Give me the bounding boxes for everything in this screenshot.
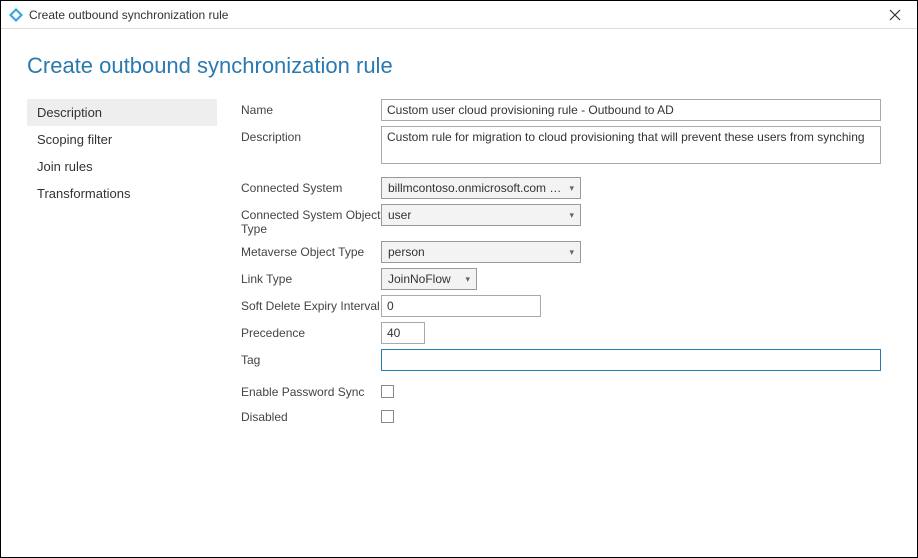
link-type-select[interactable]: JoinNoFlow ▾ (381, 268, 477, 290)
chevron-down-icon: ▾ (569, 210, 574, 221)
page-title: Create outbound synchronization rule (27, 53, 891, 79)
content-area: Create outbound synchronization rule Des… (1, 29, 917, 455)
name-input[interactable] (381, 99, 881, 121)
form-area: Name Description Custom rule for migrati… (241, 99, 891, 431)
select-value: user (388, 208, 411, 222)
close-icon (889, 9, 901, 21)
select-value: JoinNoFlow (388, 272, 451, 286)
name-label: Name (241, 99, 381, 117)
description-label: Description (241, 126, 381, 144)
enable-password-sync-label: Enable Password Sync (241, 381, 381, 399)
window-title: Create outbound synchronization rule (29, 8, 875, 22)
precedence-label: Precedence (241, 322, 381, 340)
select-value: billmcontoso.onmicrosoft.com - ... (388, 181, 563, 195)
sidebar: Description Scoping filter Join rules Tr… (27, 99, 217, 431)
sidebar-item-label: Scoping filter (37, 132, 112, 147)
sidebar-item-join-rules[interactable]: Join rules (27, 153, 217, 180)
chevron-down-icon: ▾ (465, 274, 470, 285)
sidebar-item-label: Join rules (37, 159, 93, 174)
description-input[interactable]: Custom rule for migration to cloud provi… (381, 126, 881, 164)
chevron-down-icon: ▾ (569, 247, 574, 258)
tag-input[interactable] (381, 349, 881, 371)
connected-system-object-type-label: Connected System Object Type (241, 204, 381, 236)
disabled-checkbox[interactable] (381, 410, 394, 423)
soft-delete-label: Soft Delete Expiry Interval (241, 295, 381, 313)
sidebar-item-description[interactable]: Description (27, 99, 217, 126)
connected-system-object-type-select[interactable]: user ▾ (381, 204, 581, 226)
link-type-label: Link Type (241, 268, 381, 286)
enable-password-sync-checkbox[interactable] (381, 385, 394, 398)
titlebar: Create outbound synchronization rule (1, 1, 917, 29)
sidebar-item-label: Description (37, 105, 102, 120)
connected-system-select[interactable]: billmcontoso.onmicrosoft.com - ... ▾ (381, 177, 581, 199)
select-value: person (388, 245, 425, 259)
app-icon (9, 8, 23, 22)
soft-delete-input[interactable] (381, 295, 541, 317)
tag-label: Tag (241, 349, 381, 367)
chevron-down-icon: ▾ (569, 183, 574, 194)
metaverse-object-type-select[interactable]: person ▾ (381, 241, 581, 263)
metaverse-object-type-label: Metaverse Object Type (241, 241, 381, 259)
sidebar-item-transformations[interactable]: Transformations (27, 180, 217, 207)
sidebar-item-scoping-filter[interactable]: Scoping filter (27, 126, 217, 153)
precedence-input[interactable] (381, 322, 425, 344)
connected-system-label: Connected System (241, 177, 381, 195)
close-button[interactable] (875, 1, 915, 29)
sidebar-item-label: Transformations (37, 186, 130, 201)
disabled-label: Disabled (241, 406, 381, 424)
